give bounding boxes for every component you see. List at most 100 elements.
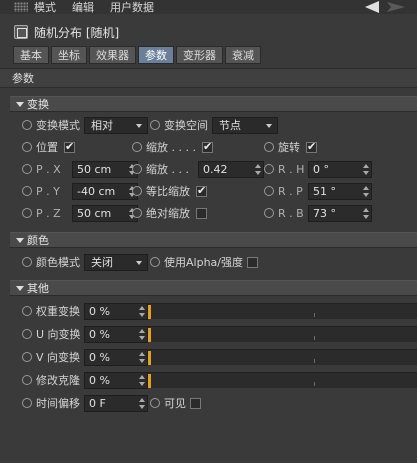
transform-group-header[interactable]: 变换 — [10, 96, 417, 112]
rb-label: R . B — [278, 206, 304, 220]
pz-input[interactable]: 50 cm — [72, 204, 138, 222]
slider-mark — [314, 359, 315, 363]
px-input[interactable]: 50 cm — [72, 160, 138, 178]
position-checkbox[interactable] — [64, 140, 75, 153]
anim-radio[interactable] — [132, 186, 142, 196]
anim-radio[interactable] — [150, 257, 160, 267]
scale-checkbox[interactable] — [201, 140, 213, 153]
spinner-icon[interactable] — [139, 397, 145, 409]
anim-radio[interactable] — [22, 329, 32, 339]
color-group-header[interactable]: 颜色 — [10, 232, 417, 248]
tab-parameter[interactable]: 参数 — [138, 46, 174, 64]
transform-space-label: 变换空间 — [164, 119, 208, 132]
spinner-icon[interactable] — [139, 374, 145, 386]
transform-mode-dropdown[interactable]: 相对 — [84, 116, 148, 134]
transform-space-dropdown[interactable]: 节点 — [212, 116, 278, 134]
spinner-icon[interactable] — [363, 185, 369, 197]
slider-handle[interactable] — [148, 328, 151, 342]
v-row: V 向变换 0 % — [22, 348, 417, 366]
other-group-header[interactable]: 其他 — [10, 280, 417, 296]
scale-value-label: 缩放 . . . — [146, 163, 189, 176]
color-mode-dropdown[interactable]: 关闭 — [84, 253, 148, 271]
rotation-row: 旋转 — [264, 138, 317, 156]
anim-radio[interactable] — [264, 142, 274, 152]
menu-item-userdata[interactable]: 用户数据 — [110, 0, 154, 15]
anim-radio[interactable] — [132, 142, 142, 152]
slider-handle[interactable] — [148, 305, 151, 319]
anim-radio[interactable] — [264, 208, 274, 218]
clone-slider[interactable] — [148, 372, 417, 388]
rh-row: R . H 0 ° — [264, 160, 372, 178]
uniform-checkbox[interactable] — [196, 184, 207, 197]
anim-radio[interactable] — [22, 398, 32, 408]
rb-input[interactable]: 73 ° — [308, 204, 372, 222]
rh-input[interactable]: 0 ° — [308, 160, 372, 178]
slider-mark — [314, 382, 315, 386]
u-input[interactable]: 0 % — [84, 325, 148, 343]
color-mode-row: 颜色模式 关闭 — [22, 253, 148, 271]
alpha-label: 使用Alpha/强度 — [164, 256, 243, 269]
spinner-icon[interactable] — [139, 305, 145, 317]
v-input[interactable]: 0 % — [84, 348, 148, 366]
anim-radio[interactable] — [132, 164, 142, 174]
anim-radio[interactable] — [264, 164, 274, 174]
v-slider[interactable] — [148, 349, 417, 365]
py-input[interactable]: -40 cm — [72, 182, 138, 200]
forward-arrow-icon[interactable] — [385, 1, 407, 13]
slider-mark — [314, 336, 315, 340]
weight-input[interactable]: 0 % — [84, 302, 148, 320]
anim-radio[interactable] — [22, 120, 32, 130]
back-arrow-icon[interactable] — [365, 1, 379, 13]
collapse-triangle-icon[interactable] — [16, 285, 24, 291]
rp-input[interactable]: 51 ° — [308, 182, 372, 200]
anim-radio[interactable] — [22, 186, 32, 196]
rotation-label: 旋转 — [278, 141, 300, 154]
tab-effector[interactable]: 效果器 — [89, 46, 136, 64]
absolute-checkbox[interactable] — [196, 207, 207, 219]
visible-checkbox[interactable] — [190, 397, 201, 409]
grip-icon[interactable] — [14, 2, 28, 12]
menu-item-mode[interactable]: 模式 — [34, 0, 56, 15]
spinner-icon[interactable] — [139, 328, 145, 340]
scale-value-row: 缩放 . . . 0.42 — [132, 160, 264, 178]
transform-mode-label: 变换模式 — [36, 119, 80, 132]
tab-basic[interactable]: 基本 — [13, 46, 49, 64]
absolute-row: 绝对缩放 — [132, 204, 207, 222]
collapse-triangle-icon[interactable] — [16, 101, 24, 107]
anim-radio[interactable] — [22, 257, 32, 267]
alpha-row: 使用Alpha/强度 — [150, 253, 258, 271]
anim-radio[interactable] — [22, 142, 32, 152]
tab-falloff[interactable]: 衰减 — [225, 46, 261, 64]
time-input[interactable]: 0 F — [84, 394, 148, 412]
clone-input[interactable]: 0 % — [84, 371, 148, 389]
anim-radio[interactable] — [264, 186, 274, 196]
transform-mode-row: 变换模式 相对 — [22, 116, 148, 134]
anim-radio[interactable] — [22, 208, 32, 218]
menu-item-edit[interactable]: 编辑 — [72, 0, 94, 15]
slider-handle[interactable] — [148, 351, 151, 365]
scale-value-input[interactable]: 0.42 — [198, 160, 264, 178]
anim-radio[interactable] — [132, 208, 142, 218]
spinner-icon[interactable] — [139, 351, 145, 363]
transform-space-row: 变换空间 节点 — [150, 116, 278, 134]
alpha-checkbox[interactable] — [246, 256, 258, 268]
anim-radio[interactable] — [22, 375, 32, 385]
anim-radio[interactable] — [150, 120, 160, 130]
u-slider[interactable] — [148, 326, 417, 342]
slider-handle[interactable] — [148, 374, 151, 388]
spinner-icon[interactable] — [363, 163, 369, 175]
tab-coord[interactable]: 坐标 — [51, 46, 87, 64]
anim-radio[interactable] — [22, 306, 32, 316]
rotation-checkbox[interactable] — [306, 140, 317, 153]
pz-label: P . Z — [36, 206, 61, 220]
uniform-label: 等比缩放 — [146, 185, 190, 198]
spinner-icon[interactable] — [255, 163, 261, 175]
collapse-triangle-icon[interactable] — [16, 237, 24, 243]
anim-radio[interactable] — [150, 398, 160, 408]
position-row: 位置 — [22, 138, 75, 156]
anim-radio[interactable] — [22, 164, 32, 174]
tab-deformer[interactable]: 变形器 — [176, 46, 223, 64]
weight-slider[interactable] — [148, 303, 417, 319]
anim-radio[interactable] — [22, 352, 32, 362]
spinner-icon[interactable] — [363, 207, 369, 219]
